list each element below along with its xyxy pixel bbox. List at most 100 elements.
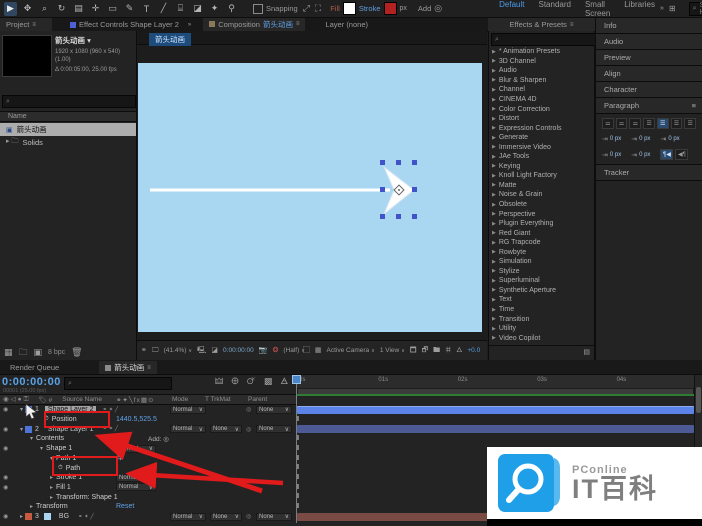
source-name-column[interactable]: Source Name <box>62 396 102 403</box>
paragraph-field-value[interactable]: 0 px <box>639 136 650 142</box>
panel-header-tracker[interactable]: Tracker <box>596 165 702 181</box>
align-button-4[interactable]: ☰ <box>657 118 669 129</box>
workspace-standard[interactable]: Standard <box>538 0 570 18</box>
twirl-icon[interactable]: ▶ <box>492 87 496 93</box>
tab-effect-controls[interactable]: Effect Controls Shape Layer 2 » <box>64 18 197 31</box>
transparency-grid-icon[interactable]: ▦ <box>315 347 322 354</box>
effects-search-field[interactable]: ⌕ <box>491 33 600 46</box>
twirl-icon[interactable]: ▶ <box>492 230 496 236</box>
ruler-icon[interactable]: 🖳 <box>197 347 206 354</box>
workspace-default[interactable]: Default <box>499 0 524 18</box>
twirl-icon[interactable]: ▶ <box>492 116 496 122</box>
effects-category[interactable]: ▶Color Correction <box>489 104 596 114</box>
snapping-checkbox[interactable] <box>253 4 263 14</box>
brush-tool[interactable]: ⌸ <box>174 2 187 16</box>
add-shape-button[interactable]: Add: ◎ <box>148 435 169 443</box>
panel-header-info[interactable]: Info <box>596 18 702 34</box>
trash-icon[interactable]: 🗑 <box>71 348 82 357</box>
effects-category[interactable]: ▶Channel <box>489 85 596 95</box>
more-workspaces-icon[interactable]: » <box>660 5 664 12</box>
eye-icon[interactable]: ◉ <box>3 474 8 481</box>
group-name[interactable]: Shape 1 <box>46 445 72 452</box>
effects-category[interactable]: ▶RG Trapcode <box>489 238 596 248</box>
panel-header-align[interactable]: Align <box>596 66 702 82</box>
align-button-2[interactable]: ⚌ <box>629 118 641 129</box>
twirl-icon[interactable]: ▶ <box>492 154 496 160</box>
fast-previews-icon[interactable]: 🗗 <box>422 347 429 354</box>
effects-category[interactable]: ▶Transition <box>489 314 596 324</box>
trkmat-dropdown[interactable]: None∨ <box>210 513 242 521</box>
twirl-icon[interactable]: ▾ <box>20 426 23 433</box>
timeline-row-property[interactable]: ⏱Path <box>0 463 297 473</box>
mode-dropdown[interactable]: Normal∨ <box>170 513 206 521</box>
twirl-icon[interactable]: ▶ <box>492 211 496 217</box>
pen-tool[interactable]: ✎ <box>123 2 136 16</box>
tab-render-queue[interactable]: Render Queue <box>4 361 65 374</box>
twirl-icon[interactable]: ▸ <box>50 484 53 491</box>
new-comp-icon[interactable]: ▣ <box>34 348 43 357</box>
composition-canvas[interactable] <box>138 63 482 332</box>
effects-category[interactable]: ▶Synthetic Aperture <box>489 286 596 296</box>
effects-category[interactable]: ▶CINEMA 4D <box>489 95 596 105</box>
snapshot-icon[interactable]: 📷 <box>259 347 268 354</box>
line-tool[interactable]: ╱ <box>157 2 170 16</box>
effects-category[interactable]: ▶Plugin Everything <box>489 219 596 229</box>
hand-tool[interactable]: ✥ <box>21 2 34 16</box>
playhead-handle[interactable] <box>292 375 301 384</box>
effects-category[interactable]: ▶Keying <box>489 162 596 172</box>
viewer-comp-tab[interactable]: 箭头动画 <box>149 33 191 46</box>
stroke-color-swatch[interactable] <box>384 2 397 15</box>
panel-options-icon[interactable]: ▤ <box>583 349 590 356</box>
effects-category[interactable]: ▶Text <box>489 295 596 305</box>
pickwhip-icon[interactable]: ◎ <box>246 513 251 520</box>
parent-column[interactable]: Parent <box>248 396 267 403</box>
time-ruler[interactable]: 0s01s02s03s04s05s <box>297 375 694 389</box>
draft-3d-icon[interactable]: 🜨 <box>231 377 239 386</box>
blend-mode-dropdown[interactable]: Normal∨ <box>116 445 156 453</box>
paragraph-field[interactable]: ⇥0 px <box>602 135 621 143</box>
align-button-1[interactable]: ⚌ <box>616 118 628 129</box>
eye-icon[interactable]: ◉ <box>3 513 8 520</box>
panel-header-preview[interactable]: Preview <box>596 50 702 66</box>
tab-timeline-comp[interactable]: 箭头动画 ≡ <box>99 361 157 374</box>
effects-category[interactable]: ▶Expression Controls <box>489 123 596 133</box>
paragraph-field[interactable]: ⇥0 px <box>631 151 650 159</box>
twirl-icon[interactable]: ▶ <box>492 173 496 179</box>
pickwhip-icon[interactable]: ◎ <box>246 406 251 413</box>
group-name[interactable]: Transform: Shape 1 <box>56 494 118 501</box>
mode-dropdown[interactable]: Normal∨ <box>170 425 206 433</box>
project-name-column-header[interactable]: Name <box>0 111 136 122</box>
search-help-field[interactable]: ⌕ Search Help <box>689 2 702 16</box>
effects-category[interactable]: ▶Obsolete <box>489 200 596 210</box>
effects-category[interactable]: ▶JAe Tools <box>489 152 596 162</box>
effects-category[interactable]: ▶Knoll Light Factory <box>489 171 596 181</box>
effects-category[interactable]: ▶Immersive Video <box>489 142 596 152</box>
timeline-row-property[interactable]: ▾ContentsAdd: ◎ <box>0 434 297 444</box>
timeline-row-property[interactable]: ▸Transform: Shape 1 <box>0 492 297 502</box>
workspace-libraries[interactable]: Libraries <box>624 0 655 18</box>
timeline-row-property[interactable]: ◉▸Stroke 1Normal∨ <box>0 473 297 483</box>
twirl-icon[interactable]: ▶ <box>492 335 496 341</box>
workspace-icon[interactable]: ⊞ <box>669 5 676 13</box>
panel-header-character[interactable]: Character <box>596 82 702 98</box>
effects-category[interactable]: ▶Utility <box>489 324 596 334</box>
twirl-icon[interactable]: ▶ <box>492 144 496 150</box>
twirl-icon[interactable]: ▶ <box>492 278 496 284</box>
layer-name[interactable]: BG <box>56 513 72 520</box>
group-name[interactable]: Fill 1 <box>56 484 71 491</box>
camera-tool[interactable]: ▤ <box>72 2 85 16</box>
twirl-icon[interactable]: ▶ <box>492 268 496 274</box>
shy-icon[interactable]: 🜚 <box>247 377 256 386</box>
eye-icon[interactable]: ◉ <box>3 445 8 452</box>
shape-tool[interactable]: ▭ <box>106 2 119 16</box>
effects-category[interactable]: ▶Simulation <box>489 257 596 267</box>
playhead-line[interactable] <box>296 375 297 523</box>
effects-category[interactable]: ▶Time <box>489 305 596 315</box>
project-bpc[interactable]: 8 bpc <box>48 349 65 356</box>
zoom-tool[interactable]: ⌕ <box>38 2 51 16</box>
paragraph-field[interactable]: ⇥0 px <box>660 135 679 143</box>
mask-visibility-icon[interactable]: ◪ <box>211 347 218 354</box>
layer-color-chip[interactable] <box>25 406 32 413</box>
tab-layer[interactable]: Layer (none) <box>319 18 374 31</box>
paragraph-field-value[interactable]: 0 px <box>668 136 679 142</box>
